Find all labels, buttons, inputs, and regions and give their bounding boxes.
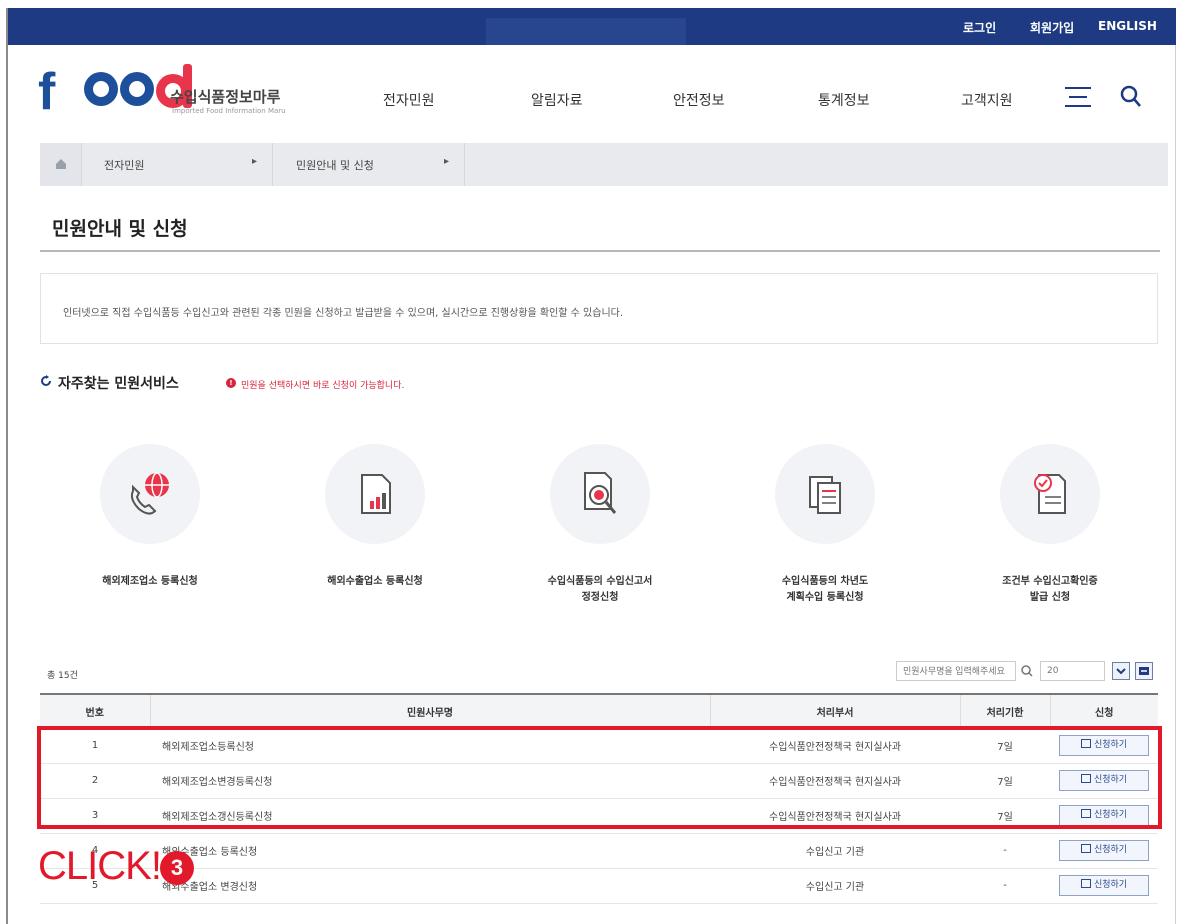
step-badge: 3 — [160, 851, 194, 885]
highlight-box — [37, 726, 1162, 829]
logo-letter-f: f — [38, 63, 56, 121]
chevron-down-icon[interactable] — [1112, 662, 1130, 680]
title-divider — [40, 250, 1160, 252]
document-magnifier-icon — [550, 444, 650, 544]
page-title: 민원안내 및 신청 — [52, 218, 188, 240]
service-label-2: 계획수입 등록신청 — [786, 592, 864, 603]
intro-text: 인터넷으로 직접 수입식품등 수입신고와 관련된 각종 민원을 신청하고 발급받… — [63, 308, 624, 319]
home-icon[interactable] — [40, 143, 82, 186]
intro-box: 인터넷으로 직접 수입식품등 수입신고와 관련된 각종 민원을 신청하고 발급받… — [40, 273, 1158, 344]
services-note: 민원을 선택하시면 바로 신청이 가능합니다. — [241, 381, 405, 391]
search-icon[interactable] — [1020, 662, 1034, 680]
documents-icon — [775, 444, 875, 544]
search-input[interactable] — [896, 661, 1016, 681]
table-row: 4 해외수출업소 등록신청 수입신고 기관 - 신청하기 — [40, 833, 1158, 869]
page-size-select[interactable]: 20 — [1040, 661, 1105, 681]
search-icon[interactable] — [1120, 85, 1142, 109]
apply-label: 신청하기 — [1093, 845, 1128, 855]
nav-item-support[interactable]: 고객지원 — [961, 90, 1013, 110]
service-card-overseas-manufacturer[interactable]: 해외제조업소 등록신청 — [50, 444, 250, 590]
service-label-2: 정정신청 — [581, 592, 619, 603]
row-service-name: 해외수출업소 등록신청 — [150, 833, 710, 869]
logo-o-icon — [84, 72, 118, 106]
brand-name-en: Imported Food Information Maru — [172, 107, 286, 115]
frequent-services: 해외제조업소 등록신청 해외수출업소 등록신청 수입식품등의 수입신고서정정신청 — [40, 419, 1158, 644]
column-header-period[interactable]: 처리기한 — [959, 693, 1050, 729]
document-chart-icon — [325, 444, 425, 544]
brand-name: 수입식품정보마루 — [170, 88, 281, 106]
column-header-name[interactable]: 민원사무명 — [149, 693, 710, 729]
window-left-edge — [6, 8, 8, 924]
click-annotation: CLICK! — [38, 844, 162, 888]
logo-o-icon — [120, 72, 154, 106]
english-link[interactable]: ENGLISH — [1098, 19, 1157, 33]
apply-button[interactable]: 신청하기 — [1059, 875, 1149, 896]
apply-button[interactable]: 신청하기 — [1059, 840, 1149, 861]
top-utility-bar: 로그인 회원가입 ENGLISH — [8, 8, 1176, 45]
row-period: - — [960, 868, 1050, 904]
service-card-overseas-exporter[interactable]: 해외수출업소 등록신청 — [275, 444, 475, 590]
nav-item-e-civil[interactable]: 전자민원 — [383, 90, 435, 110]
nav-item-notice[interactable]: 알림자료 — [531, 90, 583, 110]
join-link[interactable]: 회원가입 — [1030, 19, 1074, 36]
breadcrumb-arrow[interactable]: ▸ — [444, 156, 449, 167]
refresh-icon — [41, 375, 51, 386]
service-label: 수입식품등의 차년도 — [781, 576, 869, 587]
total-count: 총 15건 — [47, 671, 78, 681]
login-link[interactable]: 로그인 — [963, 19, 996, 36]
pencil-icon — [1080, 879, 1091, 888]
service-card-conditional-certificate[interactable]: 조건부 수입신고확인증발급 신청 — [950, 444, 1150, 606]
filter-icon[interactable] — [1135, 662, 1153, 680]
pencil-icon — [1080, 844, 1091, 853]
notice-icon: ! — [226, 378, 236, 388]
breadcrumb-arrow[interactable]: ▸ — [252, 156, 257, 167]
phone-globe-icon — [100, 444, 200, 544]
service-label: 수입식품등의 수입신고서 — [547, 576, 653, 587]
column-header-apply[interactable]: 신청 — [1049, 693, 1158, 729]
row-service-name: 해외수출업소 변경신청 — [150, 868, 710, 904]
services-title: 자주찾는 민원서비스 — [58, 376, 179, 392]
apply-label: 신청하기 — [1093, 880, 1128, 890]
nav-item-safety[interactable]: 안전정보 — [673, 90, 725, 110]
hamburger-icon[interactable] — [1065, 87, 1091, 109]
service-label-2: 발급 신청 — [1029, 592, 1071, 603]
table-row: 5 해외수출업소 변경신청 수입신고 기관 - 신청하기 — [40, 868, 1158, 904]
breadcrumb: 전자민원 ▸ 민원안내 및 신청 ▸ — [40, 143, 1168, 186]
service-label: 해외제조업소 등록신청 — [102, 576, 198, 587]
row-period: - — [960, 833, 1050, 869]
window-right-edge — [1175, 8, 1176, 924]
service-card-import-correction[interactable]: 수입식품등의 수입신고서정정신청 — [500, 444, 700, 606]
top-bar-tab — [486, 18, 686, 45]
breadcrumb-level2[interactable]: 민원안내 및 신청 — [296, 157, 374, 173]
service-label: 해외수출업소 등록신청 — [327, 576, 423, 587]
column-header-dept[interactable]: 처리부서 — [709, 693, 960, 729]
table-header-row: 번호 민원사무명 처리부서 처리기한 신청 — [40, 693, 1158, 729]
row-dept: 수입신고 기관 — [710, 833, 960, 869]
row-dept: 수입신고 기관 — [710, 868, 960, 904]
checklist-icon — [1000, 444, 1100, 544]
breadcrumb-level1[interactable]: 전자민원 — [104, 157, 144, 173]
service-card-next-year-plan[interactable]: 수입식품등의 차년도계획수입 등록신청 — [725, 444, 925, 606]
service-label: 조건부 수입신고확인증 — [1002, 576, 1098, 587]
nav-item-statistics[interactable]: 통계정보 — [818, 90, 870, 110]
column-header-number[interactable]: 번호 — [40, 693, 150, 729]
